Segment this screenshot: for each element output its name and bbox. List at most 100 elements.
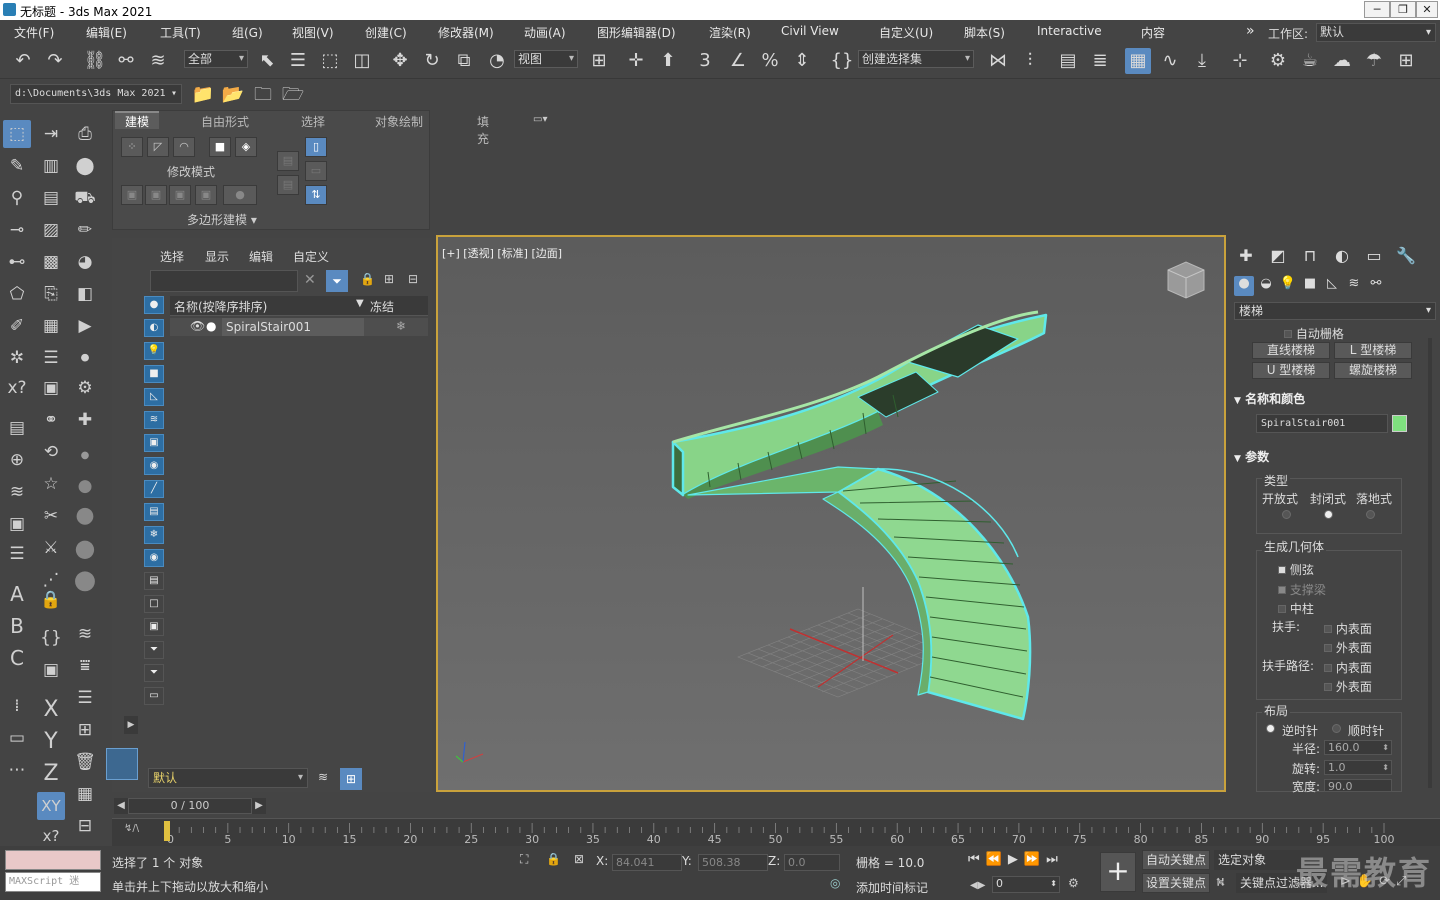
ribbon-tab-modeling[interactable]: 建模: [115, 111, 160, 129]
percent-snap-icon[interactable]: %: [757, 48, 783, 74]
panel-icon[interactable]: ▨: [37, 216, 65, 244]
revs-spinner[interactable]: 1.0 ⬍: [1324, 760, 1392, 775]
visibility-eye-icon[interactable]: 👁: [190, 319, 205, 333]
rail-path-outside-checkbox[interactable]: [1324, 683, 1332, 691]
ribbon-tool-5-icon[interactable]: ●: [223, 185, 257, 205]
radius-spinner[interactable]: 160.0 ⬍: [1324, 740, 1392, 755]
edit-table-icon[interactable]: ▤: [37, 184, 65, 212]
shape-icon[interactable]: ⬤: [71, 152, 99, 180]
ccw-radio[interactable]: [1266, 724, 1275, 733]
filter-settings-icon[interactable]: ⏷: [144, 641, 164, 659]
dots-icon[interactable]: ⋯: [3, 756, 31, 784]
select-layer-icon[interactable]: ▣: [3, 510, 31, 538]
table-row[interactable]: 👁 ● SpiralStair001 ❄: [170, 318, 428, 336]
handrail-outside-checkbox[interactable]: [1324, 644, 1332, 652]
schematic-view-icon[interactable]: ⊹: [1227, 48, 1253, 74]
menu-overflow-icon[interactable]: »: [1246, 23, 1255, 39]
invert-filter-icon[interactable]: ▣: [144, 618, 164, 636]
menu-modifiers[interactable]: 修改器(M): [438, 24, 494, 41]
edge-mode-icon[interactable]: ◸: [147, 137, 169, 157]
pen-icon[interactable]: ✏: [71, 216, 99, 244]
paint-select-icon[interactable]: ⚲: [3, 184, 31, 212]
frozen-filter-icon[interactable]: ❄: [144, 526, 164, 544]
select-manipulate-icon[interactable]: ✛: [623, 48, 649, 74]
object-name-cell[interactable]: SpiralStair001: [222, 318, 364, 336]
camera-filter-icon[interactable]: ■: [144, 365, 164, 383]
key-mode-icon[interactable]: ◀▶: [970, 880, 985, 891]
rail-path-inside-row[interactable]: 内表面: [1324, 659, 1372, 676]
b-icon[interactable]: B: [3, 612, 31, 640]
helpers-sub-icon[interactable]: ◺: [1322, 276, 1342, 296]
ribbon-side-1-icon[interactable]: ▤: [277, 151, 299, 171]
knife-icon[interactable]: ⚔: [37, 534, 65, 562]
geometry-filter-icon[interactable]: ●: [144, 296, 164, 314]
ribbon-side-4-icon[interactable]: ▭: [305, 161, 327, 181]
play-icon[interactable]: ▶: [71, 312, 99, 340]
reference-coord-dropdown[interactable]: 视图: [514, 50, 578, 68]
star-icon[interactable]: ☆: [37, 470, 65, 498]
ribbon-tool-2-icon[interactable]: ▣: [145, 185, 167, 205]
create-tab-icon[interactable]: ✚: [1234, 246, 1258, 268]
freeze-snowflake-icon[interactable]: ❄: [396, 319, 406, 333]
x-axis-icon[interactable]: X: [37, 696, 65, 724]
width-spinner[interactable]: 90.0: [1324, 779, 1392, 793]
ribbon-tab-selection[interactable]: 选择: [301, 113, 325, 130]
minimize-button[interactable]: ─: [1364, 1, 1390, 18]
scissors-icon[interactable]: ✂: [37, 502, 65, 530]
place-icon[interactable]: ◔: [484, 48, 510, 74]
shape-filter-icon[interactable]: ◐: [144, 319, 164, 337]
menu-civil-view[interactable]: Civil View: [781, 24, 839, 38]
handrail-inside-checkbox[interactable]: [1324, 625, 1332, 633]
l-stair-button[interactable]: L 型楼梯: [1334, 342, 1412, 359]
current-frame-spinner[interactable]: 0 ⬍: [992, 876, 1060, 893]
keyboard-shortcut-icon[interactable]: ⬆: [655, 48, 681, 74]
autogrid-row[interactable]: 自动栅格: [1284, 325, 1344, 342]
unlink-icon[interactable]: ⚯: [113, 48, 139, 74]
selection-lock-icon[interactable]: 🔒: [546, 852, 561, 866]
ribbon-options-icon[interactable]: ▭▾: [533, 114, 547, 125]
explorer-menu-customize[interactable]: 自定义: [293, 248, 329, 265]
hierarchy-icon[interactable]: ⊞: [384, 272, 394, 286]
stack5-icon[interactable]: ⊞: [71, 716, 99, 744]
motion-tab-icon[interactable]: ◐: [1330, 246, 1354, 268]
spacewarp-filter-icon[interactable]: ≋: [144, 411, 164, 429]
select-object-icon[interactable]: ⬉: [254, 48, 280, 74]
maxscript-input[interactable]: MAXScript 迷: [5, 872, 101, 892]
render-setup-icon[interactable]: ☕: [1297, 48, 1323, 74]
polygon-modeling-dropdown[interactable]: 多边形建模 ▾: [187, 211, 257, 228]
menu-scripting[interactable]: 脚本(S): [964, 24, 1005, 41]
a-icon[interactable]: A: [3, 580, 31, 608]
polygon-select-icon[interactable]: ⬠: [3, 280, 31, 308]
image-icon[interactable]: ▣: [37, 374, 65, 402]
link2-icon[interactable]: ⚭: [37, 406, 65, 434]
type-open-radio[interactable]: [1282, 510, 1291, 519]
menu-animation[interactable]: 动画(A): [524, 24, 566, 41]
save-project-icon[interactable]: 🗀: [250, 82, 276, 108]
layer-stack-icon[interactable]: ☰: [3, 540, 31, 568]
stack2-icon[interactable]: ≋: [71, 620, 99, 648]
ribbon-tab-populate[interactable]: 填充: [477, 113, 489, 147]
hierarchy-tab-icon[interactable]: ⊓: [1298, 246, 1322, 268]
time-tag-icon[interactable]: ◎: [830, 876, 840, 890]
spiral-stair-button[interactable]: 螺旋楼梯: [1334, 362, 1412, 379]
menu-create[interactable]: 创建(C): [365, 24, 407, 41]
menu-views[interactable]: 视图(V): [292, 24, 334, 41]
braces-icon[interactable]: {}: [37, 624, 65, 652]
ribbon-side-5-icon[interactable]: ⇅: [305, 185, 327, 205]
rotate-icon[interactable]: ↻: [419, 48, 445, 74]
add-time-tag-label[interactable]: 添加时间标记: [856, 879, 928, 896]
object-name-field[interactable]: SpiralStair001: [1256, 414, 1388, 433]
link-icon[interactable]: ⛓: [82, 48, 108, 74]
c-icon[interactable]: C: [3, 644, 31, 672]
spacewarps-sub-icon[interactable]: ≋: [1344, 276, 1364, 296]
geometry-sub-icon[interactable]: ●: [1234, 276, 1254, 296]
rect-selection-icon[interactable]: ⬚: [317, 48, 343, 74]
scale-icon[interactable]: ⧉: [451, 48, 477, 74]
menu-edit[interactable]: 编辑(E): [86, 24, 127, 41]
go-end-icon[interactable]: ⏭: [1046, 852, 1064, 867]
open-project-icon[interactable]: 📂: [220, 82, 246, 108]
align-icon[interactable]: ⫶: [1017, 48, 1043, 74]
select-by-name-icon[interactable]: ☰: [285, 48, 311, 74]
snaps-toggle-icon[interactable]: 3: [692, 48, 718, 74]
center-pole-checkbox[interactable]: [1278, 605, 1286, 613]
